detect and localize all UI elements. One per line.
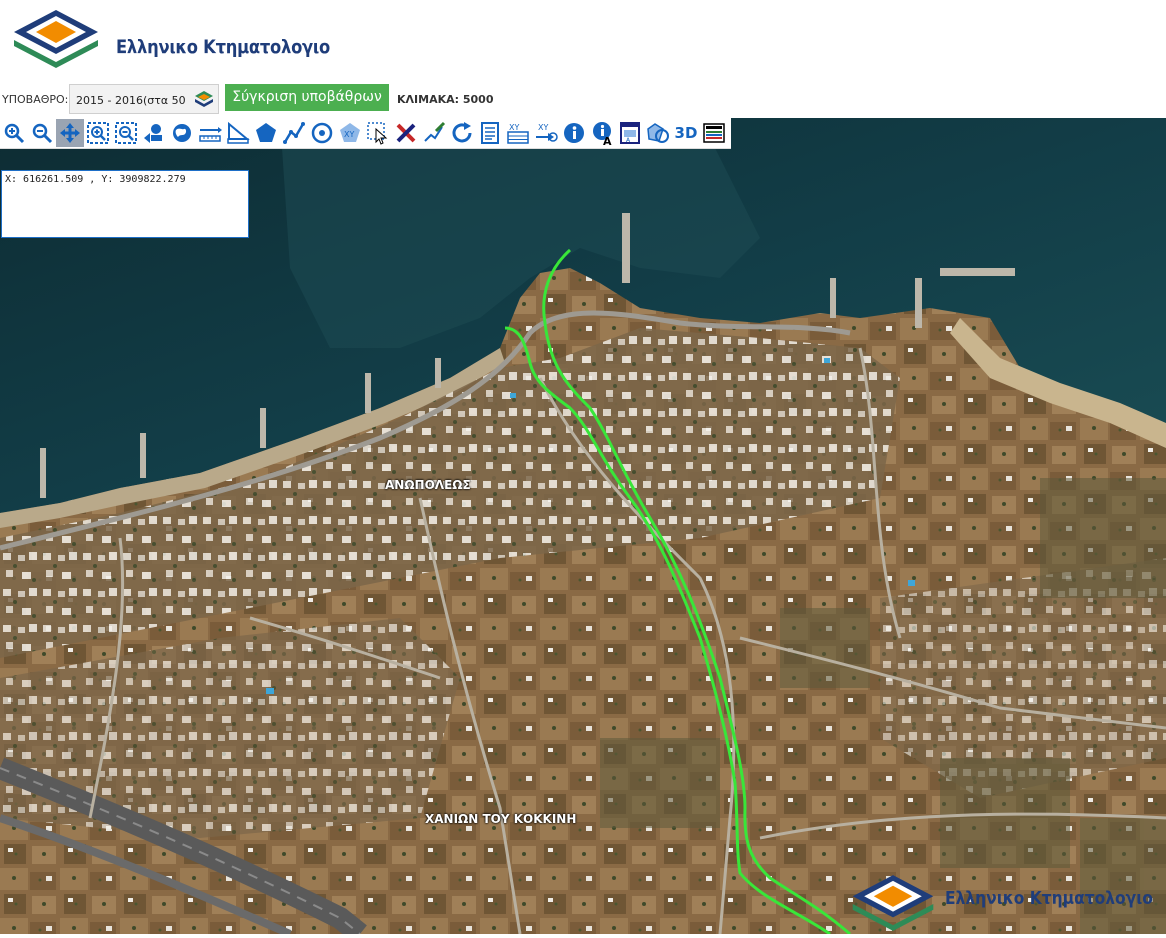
zoom-in-icon [4, 123, 25, 144]
previous-extent-icon [144, 124, 162, 143]
zoom-in-button[interactable] [0, 119, 28, 147]
refresh-button[interactable] [448, 119, 476, 147]
print-button[interactable]: A [616, 119, 644, 147]
watermark-text: Ελληνικο Κτηματολογιο [945, 888, 1153, 909]
zoom-out-button[interactable] [28, 119, 56, 147]
measure-distance-button[interactable] [196, 119, 224, 147]
map-label-chanion: ΧΑΝΙΩΝ ΤΟΥ ΚΟΚΚΙΝΗ [425, 812, 577, 826]
draw-line-button[interactable] [280, 119, 308, 147]
3d-icon: 3D [674, 124, 698, 142]
clear-button[interactable] [392, 119, 420, 147]
xy-table-icon: XY [507, 123, 529, 144]
document-button[interactable] [476, 119, 504, 147]
svg-text:XY: XY [344, 130, 354, 139]
layers-icon [647, 123, 669, 143]
zoom-box-in-button[interactable] [84, 119, 112, 147]
clear-icon [396, 123, 416, 143]
edit-vertex-icon [424, 121, 446, 142]
basemap-layers-icon [195, 91, 213, 107]
measure-angle-button[interactable] [224, 119, 252, 147]
legend-icon [703, 123, 725, 143]
map-view[interactable]: ΑΝΩΠΟΛΕΩΣ ΧΑΝΙΩΝ ΤΟΥ ΚΟΚΚΙΝΗ [0, 118, 1166, 934]
basemap-selected-value: 2015 - 2016(στα 50 [76, 94, 186, 107]
draw-line-icon [283, 122, 305, 144]
edit-vertex-button[interactable] [420, 119, 448, 147]
svg-text:A: A [603, 135, 612, 145]
info-icon [564, 123, 584, 143]
svg-text:XY: XY [509, 123, 519, 132]
draw-circle-icon [311, 122, 333, 144]
basemap-controls: ΥΠΟΒΑΘΡΟ: 2015 - 2016(στα 50 Σύγκριση υπ… [0, 82, 1166, 116]
zoom-box-out-button[interactable] [112, 119, 140, 147]
measure-angle-icon [227, 121, 250, 144]
full-extent-button[interactable] [168, 119, 196, 147]
svg-text:XY: XY [538, 123, 548, 132]
layers-button[interactable] [644, 119, 672, 147]
document-icon [481, 122, 499, 144]
watermark-logo-icon [852, 875, 934, 931]
cadastre-logo-icon [14, 10, 98, 68]
zoom-box-out-icon [115, 122, 137, 144]
pan-icon [60, 123, 80, 143]
print-icon: A [620, 122, 640, 144]
logo-text: Ελληνικο Κτηματολογιο [116, 36, 330, 58]
basemap-label: ΥΠΟΒΑΘΡΟ: [2, 93, 69, 106]
cadastre-logo[interactable]: Ελληνικο Κτηματολογιο [6, 8, 336, 70]
zoom-out-icon [32, 123, 53, 144]
watermark-logo: Ελληνικο Κτηματολογιο [845, 872, 1165, 934]
draw-circle-button[interactable] [308, 119, 336, 147]
measure-distance-icon [199, 127, 222, 142]
xy-polygon-button[interactable]: XY [336, 119, 364, 147]
previous-extent-button[interactable] [140, 119, 168, 147]
xy-table-button[interactable]: XY [504, 119, 532, 147]
pan-button[interactable] [56, 119, 84, 147]
goto-xy-icon: XY [536, 123, 558, 142]
measure-area-button[interactable] [252, 119, 280, 147]
coordinates-readout: X: 616261.509 , Y: 3909822.279 [5, 174, 186, 185]
refresh-icon [452, 122, 472, 143]
zoom-box-in-icon [87, 122, 109, 144]
scale-readout: ΚΛΙΜΑΚΑ: 5000 [397, 93, 494, 106]
aerial-imagery [0, 118, 1166, 934]
map-label-anopoleos: ΑΝΩΠΟΛΕΩΣ [385, 478, 471, 492]
legend-button[interactable] [700, 119, 728, 147]
xy-polygon-icon: XY [340, 123, 360, 142]
info-text-button[interactable]: A [588, 119, 616, 147]
header: Ελληνικο Κτηματολογιο [0, 0, 1166, 80]
info-button[interactable] [560, 119, 588, 147]
map-toolbar: XY XY XY A A 3D [0, 118, 731, 149]
select-icon [367, 122, 388, 145]
info-text-icon: A [593, 122, 612, 145]
basemap-select[interactable]: 2015 - 2016(στα 50 [69, 84, 219, 114]
select-button[interactable] [364, 119, 392, 147]
compare-basemaps-button[interactable]: Σύγκριση υποβάθρων [225, 84, 389, 111]
coordinates-panel: X: 616261.509 , Y: 3909822.279 [1, 170, 249, 238]
goto-xy-button[interactable]: XY [532, 119, 560, 147]
measure-area-icon [256, 123, 276, 142]
3d-button[interactable]: 3D [672, 119, 700, 147]
full-extent-icon [173, 124, 191, 142]
